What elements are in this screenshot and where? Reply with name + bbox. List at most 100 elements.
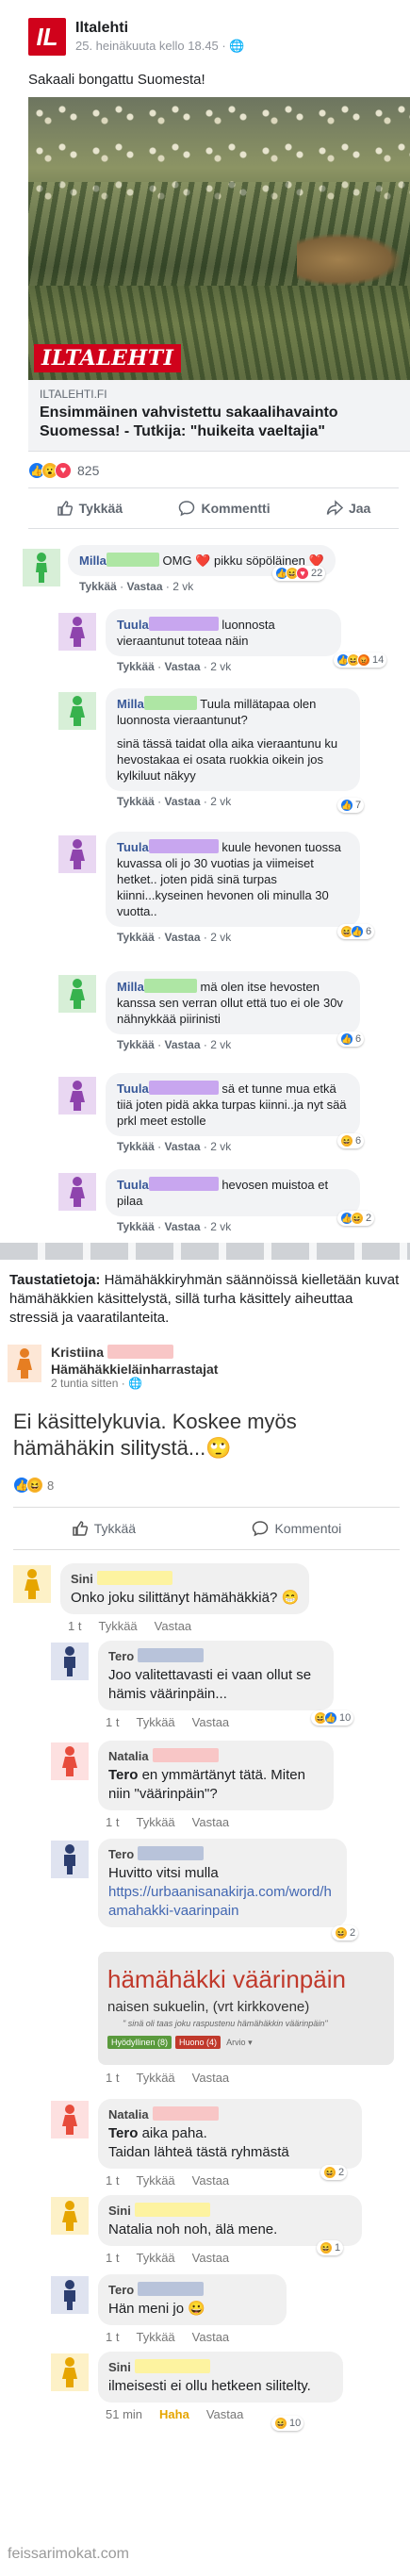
comment-age[interactable]: 2 vk — [210, 660, 231, 673]
comment-age[interactable]: 1 t — [106, 1815, 119, 1829]
commenter-name[interactable]: Tuula — [117, 1178, 149, 1192]
commenter-name[interactable]: Sini — [108, 2204, 131, 2218]
reply-link[interactable]: Vastaa — [192, 2251, 230, 2265]
avatar[interactable] — [58, 692, 96, 730]
commenter-name[interactable]: Tero — [108, 1649, 134, 1663]
like-link[interactable]: Tykkää — [136, 1715, 174, 1729]
comment-age[interactable]: 2 vk — [210, 1140, 231, 1153]
useful-tag[interactable]: Hyödyllinen (8) — [107, 2036, 172, 2049]
comment-reactions[interactable]: 👍 😆 ♥ 22 — [272, 566, 326, 581]
reply-link[interactable]: Vastaa — [206, 2407, 244, 2421]
avatar[interactable] — [13, 1565, 51, 1603]
reply-link[interactable]: Vastaa — [164, 931, 200, 944]
comment-reactions[interactable]: 👍 😆 2 — [337, 1211, 375, 1226]
like-link[interactable]: Tykkää — [136, 2330, 174, 2344]
like-link[interactable]: Tykkää — [136, 2173, 174, 2188]
commenter-name[interactable]: Milla — [117, 980, 144, 994]
like-link[interactable]: Tykkää — [136, 1815, 174, 1829]
commenter-name[interactable]: Milla — [79, 553, 107, 568]
commenter-name[interactable]: Sini — [108, 2360, 131, 2374]
comment-age[interactable]: 51 min — [106, 2407, 142, 2421]
comment-reactions[interactable]: 😆 👍 6 — [337, 924, 375, 939]
post-reactions[interactable]: 👍 😮 ♥ 825 — [0, 452, 410, 487]
like-link[interactable]: Tykkää — [117, 1220, 155, 1233]
comment-reactions[interactable]: 😆 10 — [271, 2416, 304, 2431]
comment-reactions[interactable]: 👍 7 — [337, 798, 365, 813]
avatar[interactable] — [8, 1345, 41, 1382]
reply-link[interactable]: Vastaa — [192, 1815, 230, 1829]
comment-link[interactable]: https://urbaanisanakirja.com/word/hamaha… — [108, 1883, 336, 1921]
reply-link[interactable]: Vastaa — [192, 2071, 230, 2085]
like-link[interactable]: Tykkää — [98, 1619, 137, 1633]
avatar[interactable] — [58, 1173, 96, 1211]
commenter-name[interactable]: Tuula — [117, 1082, 149, 1096]
comment-reactions[interactable]: 😆 1 — [317, 2240, 344, 2255]
commenter-name[interactable]: Milla — [117, 697, 144, 711]
like-link[interactable]: Tykkää — [117, 1140, 155, 1153]
avatar[interactable] — [51, 1742, 89, 1780]
page-name[interactable]: Iltalehti — [75, 20, 245, 37]
avatar[interactable] — [51, 1841, 89, 1878]
avatar[interactable] — [51, 2101, 89, 2138]
comment-reactions[interactable]: 😆 2 — [332, 1925, 359, 1940]
tagged-user[interactable]: Tero — [108, 2125, 138, 2141]
comment-age[interactable]: 1 t — [106, 1715, 119, 1729]
like-link[interactable]: Tykkää — [117, 795, 155, 808]
avatar[interactable] — [58, 835, 96, 873]
comment-age[interactable]: 1 t — [68, 1619, 81, 1633]
rating-dropdown[interactable]: Arvio ▾ — [226, 2038, 253, 2048]
bad-tag[interactable]: Huono (4) — [175, 2036, 221, 2049]
urban-dictionary-preview[interactable]: hämähäkki väärinpäin naisen sukuelin, (v… — [98, 1952, 394, 2065]
avatar[interactable] — [51, 2197, 89, 2235]
commenter-name[interactable]: Tero — [108, 2283, 134, 2297]
comment-age[interactable]: 1 t — [106, 2071, 119, 2085]
avatar[interactable] — [23, 549, 60, 586]
post2-author[interactable]: Kristiina — [51, 1345, 104, 1360]
reply-link[interactable]: Vastaa — [192, 2330, 230, 2344]
comment-age[interactable]: 2 vk — [172, 580, 193, 593]
comment-reactions[interactable]: 😆 👍 10 — [311, 1710, 354, 1726]
post-timestamp[interactable]: 25. heinäkuuta kello 18.45 · 🌐 — [75, 39, 245, 54]
avatar[interactable] — [58, 975, 96, 1013]
link-preview[interactable]: ILTALEHTI.FI Ensimmäinen vahvistettu sak… — [28, 380, 410, 452]
like-link[interactable]: Tykkää — [117, 931, 155, 944]
like-link[interactable]: Tykkää — [117, 660, 155, 673]
reply-link[interactable]: Vastaa — [155, 1619, 192, 1633]
comment-age[interactable]: 2 vk — [210, 931, 231, 944]
iltalehti-logo[interactable]: IL — [28, 18, 66, 56]
post2-reactions[interactable]: 👍 😆 8 — [13, 1477, 54, 1494]
commenter-name[interactable]: Sini — [71, 1572, 93, 1586]
like-link[interactable]: Tykkää — [136, 2071, 174, 2085]
reply-link[interactable]: Vastaa — [192, 2173, 230, 2188]
comment-reactions[interactable]: 😆 2 — [320, 2165, 348, 2180]
share-button[interactable]: Jaa — [326, 500, 370, 517]
reply-link[interactable]: Vastaa — [192, 1715, 230, 1729]
haha-link[interactable]: Haha — [159, 2407, 189, 2421]
commenter-name[interactable]: Tuula — [117, 840, 149, 854]
comment-age[interactable]: 2 vk — [210, 795, 231, 808]
commenter-name[interactable]: Natalia — [108, 2107, 149, 2122]
article-photo[interactable]: ILTALEHTI — [28, 97, 410, 380]
commenter-name[interactable]: Tero — [108, 1847, 134, 1861]
reply-link[interactable]: Vastaa — [164, 1038, 200, 1051]
comment-age[interactable]: 1 t — [106, 2173, 119, 2188]
reply-link[interactable]: Vastaa — [164, 1220, 200, 1233]
commenter-name[interactable]: Tuula — [117, 618, 149, 632]
reply-link[interactable]: Vastaa — [126, 580, 162, 593]
comment-age[interactable]: 1 t — [106, 2251, 119, 2265]
post2-timestamp[interactable]: 2 tuntia sitten · 🌐 — [51, 1377, 218, 1390]
like-button[interactable]: Tykkää — [57, 500, 123, 517]
commenter-name[interactable]: Natalia — [108, 1749, 149, 1763]
comment-reactions[interactable]: 👍 😆 😡 14 — [334, 652, 387, 668]
like-button[interactable]: Tykkää — [72, 1520, 136, 1537]
avatar[interactable] — [51, 2353, 89, 2391]
like-link[interactable]: Tykkää — [117, 1038, 155, 1051]
avatar[interactable] — [58, 1077, 96, 1115]
reply-link[interactable]: Vastaa — [164, 660, 200, 673]
like-link[interactable]: Tykkää — [136, 2251, 174, 2265]
avatar[interactable] — [58, 613, 96, 651]
avatar[interactable] — [51, 1643, 89, 1680]
tagged-user[interactable]: Tero — [108, 1767, 138, 1783]
comment-age[interactable]: 2 vk — [210, 1038, 231, 1051]
comment-reactions[interactable]: 😆 6 — [337, 1133, 365, 1148]
